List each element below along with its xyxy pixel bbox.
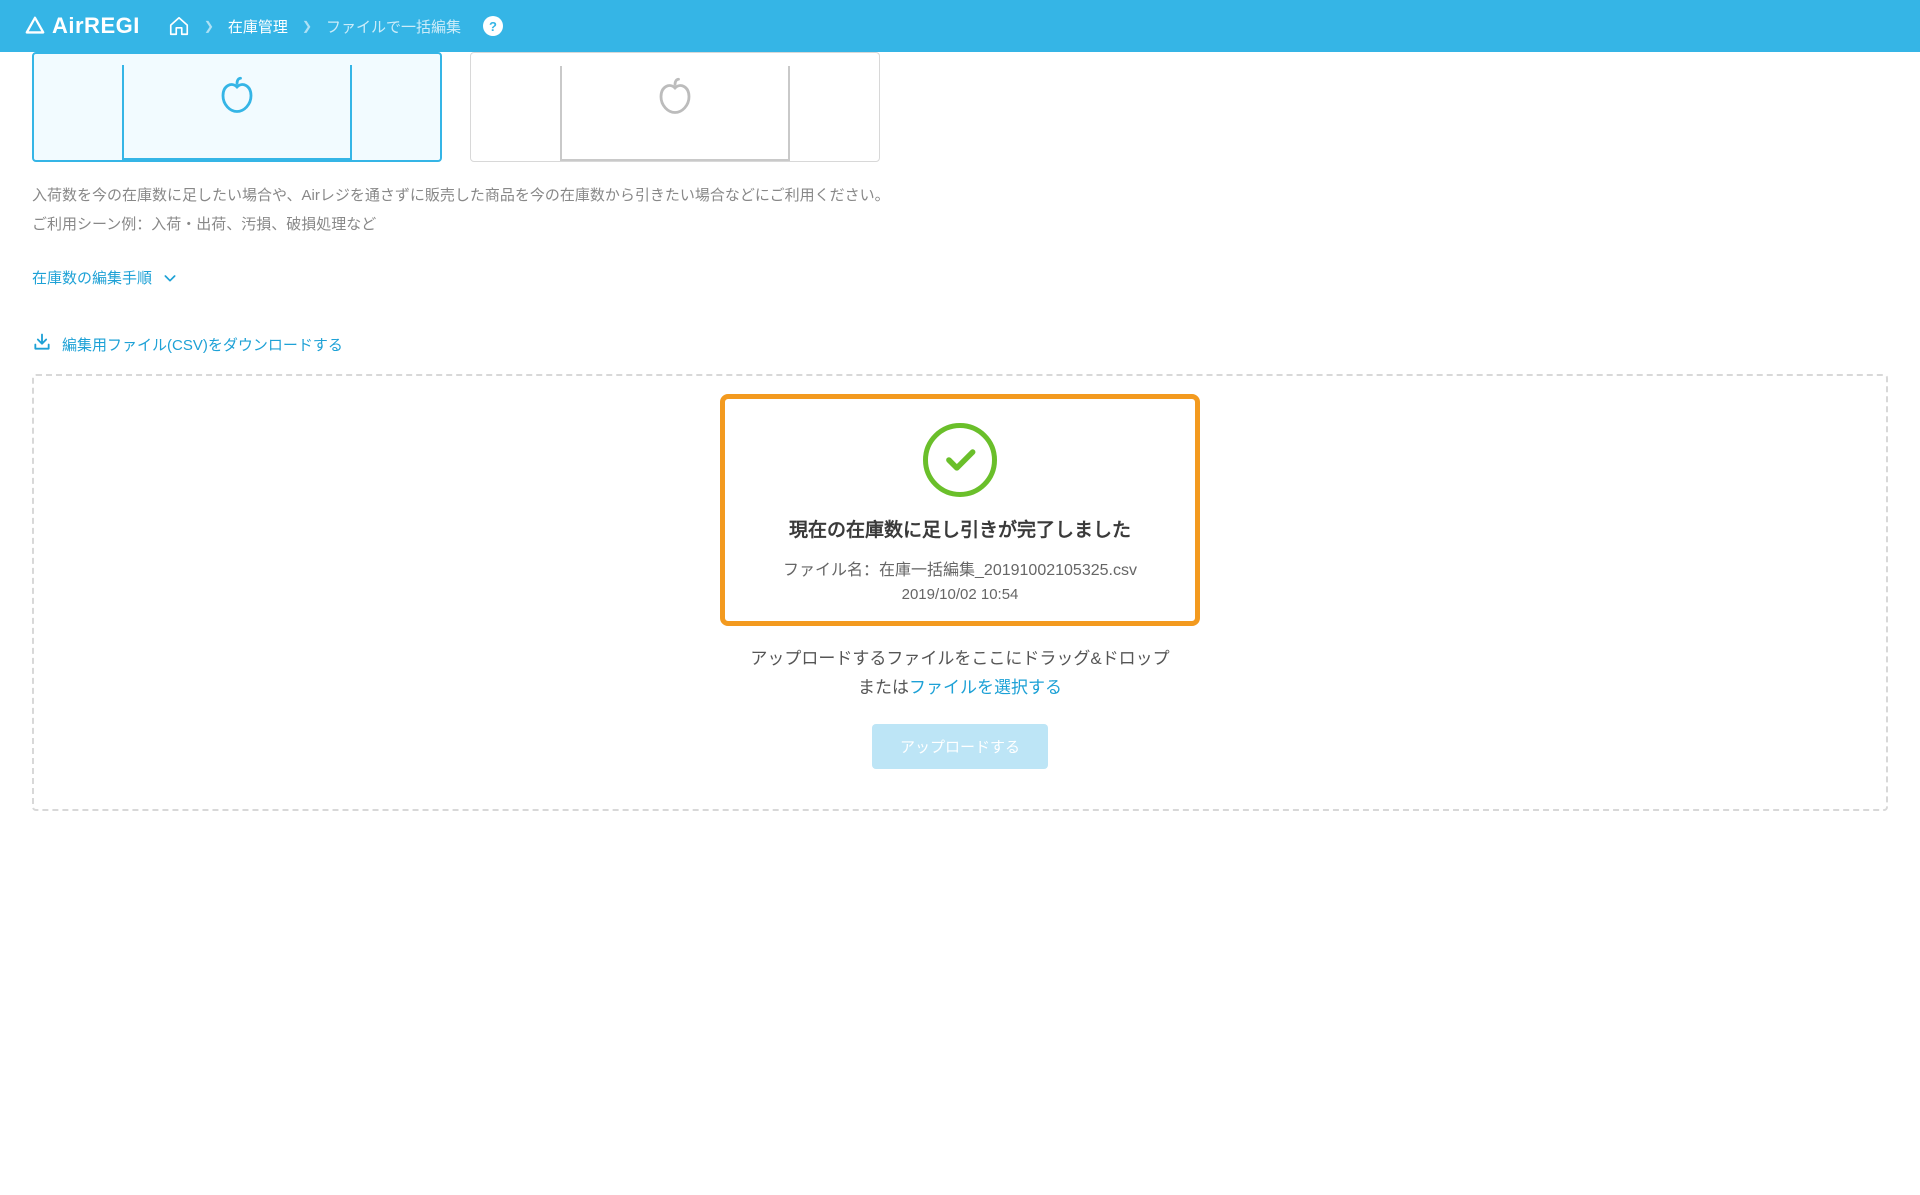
description-line2: ご利用シーン例：入荷・出荷、汚損、破損処理など [32, 211, 1888, 240]
description-text: 入荷数を今の在庫数に足したい場合や、Airレジを通さずに販売した商品を今の在庫数… [32, 182, 1888, 239]
option-cards-row [32, 52, 1888, 162]
breadcrumb-inventory[interactable]: 在庫管理 [228, 16, 288, 37]
drop-or-prefix: または [858, 678, 909, 697]
breadcrumb-separator-icon: ❯ [204, 19, 214, 33]
logo-text: AirREGI [52, 13, 140, 39]
option-card-active[interactable] [32, 52, 442, 162]
option-card-inactive[interactable] [470, 52, 880, 162]
card-box-icon [122, 65, 352, 160]
drop-instruction-alt: またはファイルを選択する [54, 673, 1866, 698]
help-icon[interactable]: ? [483, 16, 503, 36]
card-box-icon [560, 66, 790, 161]
upload-button[interactable]: アップロードする [872, 724, 1048, 769]
success-check-icon [923, 423, 997, 497]
description-line1: 入荷数を今の在庫数に足したい場合や、Airレジを通さずに販売した商品を今の在庫数… [32, 182, 1888, 211]
success-title: 現在の在庫数に足し引きが完了しました [743, 515, 1177, 542]
logo-icon [24, 15, 46, 37]
download-link-label: 編集用ファイル(CSV)をダウンロードする [62, 334, 343, 355]
breadcrumb: ❯ 在庫管理 ❯ ファイルで一括編集 ? [168, 15, 503, 37]
app-header: AirREGI ❯ 在庫管理 ❯ ファイルで一括編集 ? [0, 0, 1920, 52]
file-select-link[interactable]: ファイルを選択する [909, 678, 1062, 697]
upload-success-box: 現在の在庫数に足し引きが完了しました ファイル名：在庫一括編集_20191002… [720, 394, 1200, 626]
apple-icon [216, 73, 258, 115]
chevron-down-icon [162, 270, 178, 286]
drop-instruction: アップロードするファイルをここにドラッグ&ドロップ [54, 644, 1866, 669]
main-content: 入荷数を今の在庫数に足したい場合や、Airレジを通さずに販売した商品を今の在庫数… [0, 52, 1920, 851]
download-icon [32, 332, 52, 356]
upload-drop-zone[interactable]: 現在の在庫数に足し引きが完了しました ファイル名：在庫一括編集_20191002… [32, 374, 1888, 811]
expand-edit-procedure[interactable]: 在庫数の編集手順 [32, 267, 178, 288]
apple-icon [654, 74, 696, 116]
breadcrumb-current: ファイルで一括編集 [326, 16, 461, 37]
home-icon[interactable] [168, 15, 190, 37]
success-timestamp: 2019/10/02 10:54 [743, 586, 1177, 603]
download-csv-link[interactable]: 編集用ファイル(CSV)をダウンロードする [32, 332, 343, 356]
breadcrumb-separator-icon: ❯ [302, 19, 312, 33]
success-filename: ファイル名：在庫一括編集_20191002105325.csv [743, 556, 1177, 580]
logo[interactable]: AirREGI [24, 13, 140, 39]
expand-link-label: 在庫数の編集手順 [32, 267, 152, 288]
